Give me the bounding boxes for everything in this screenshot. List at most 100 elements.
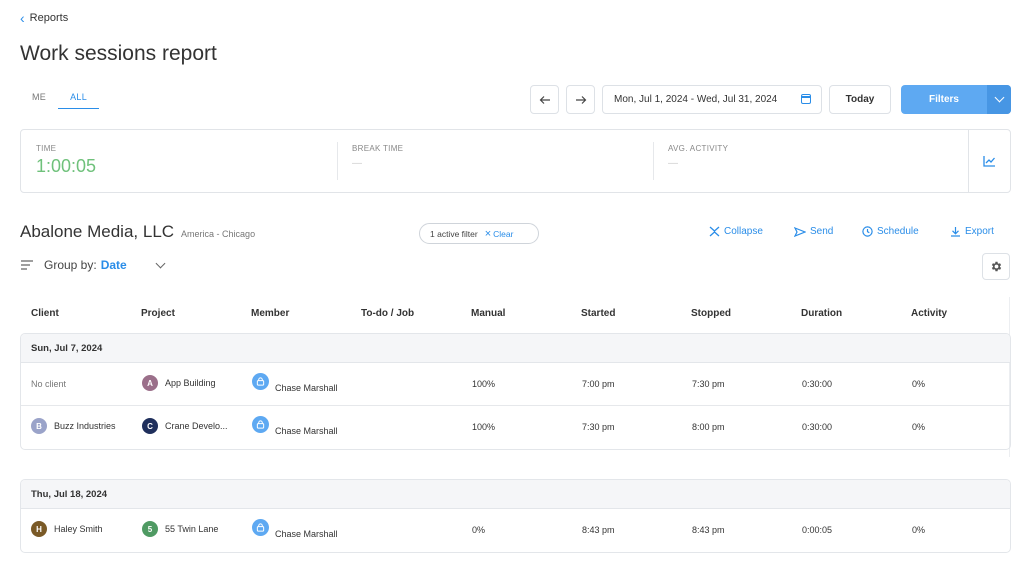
- project-cell: 5 55 Twin Lane: [142, 521, 218, 537]
- duration-cell: 0:30:00: [802, 422, 833, 432]
- filters-button-label: Filters: [928, 94, 959, 105]
- member-cell: Chase Marshall: [252, 373, 338, 393]
- line-chart-icon: [983, 156, 995, 167]
- column-header-member[interactable]: Member: [251, 308, 289, 319]
- organization-heading: Abalone Media, LLC America - Chicago: [20, 222, 255, 242]
- member-cell: Chase Marshall: [252, 416, 338, 436]
- column-header-stopped[interactable]: Stopped: [691, 308, 731, 319]
- manual-cell: 0%: [472, 525, 486, 535]
- active-filter-count: 1 active filter: [430, 228, 478, 239]
- table-row[interactable]: B Buzz Industries C Crane Develo... Chas…: [21, 406, 1010, 449]
- day-group: Thu, Jul 18, 2024 H Haley Smith 5 55 Twi…: [20, 479, 1011, 553]
- calendar-icon: [801, 94, 811, 104]
- project-cell: C Crane Develo...: [142, 418, 228, 434]
- manual-cell: 100%: [472, 379, 496, 389]
- column-header-started[interactable]: Started: [581, 308, 615, 319]
- client-cell: H Haley Smith: [31, 521, 103, 537]
- duration-cell: 0:30:00: [802, 379, 833, 389]
- column-header-project[interactable]: Project: [141, 308, 175, 319]
- schedule-button[interactable]: Schedule: [862, 226, 919, 237]
- started-cell: 7:00 pm: [582, 379, 615, 389]
- tab-me[interactable]: ME: [20, 90, 58, 109]
- group-by-label: Group by:: [44, 258, 97, 272]
- clock-icon: [862, 226, 873, 237]
- export-label: Export: [965, 226, 994, 237]
- column-header-client[interactable]: Client: [31, 308, 59, 319]
- user-avatar-icon: [252, 373, 269, 390]
- summary-card: TIME 1:00:05 BREAK TIME — AVG. ACTIVITY …: [20, 129, 1011, 193]
- clear-filters-link[interactable]: Clear: [493, 229, 513, 239]
- arrow-left-icon: [539, 95, 550, 104]
- export-button[interactable]: Export: [950, 226, 994, 237]
- stat-time-value: 1:00:05: [36, 156, 97, 176]
- table-row[interactable]: No client A App Building Chase Marshall …: [21, 363, 1010, 406]
- column-header-manual[interactable]: Manual: [471, 308, 505, 319]
- client-cell: B Buzz Industries: [31, 418, 116, 434]
- previous-period-button[interactable]: [530, 85, 559, 114]
- chevron-down-icon: [994, 92, 1005, 103]
- day-group-header: Sun, Jul 7, 2024: [21, 334, 1010, 363]
- stopped-cell: 8:43 pm: [692, 525, 725, 535]
- collapse-icon: [709, 226, 720, 237]
- member-cell: Chase Marshall: [252, 519, 338, 539]
- organization-timezone: America - Chicago: [181, 229, 256, 239]
- table-settings-button[interactable]: [982, 253, 1010, 280]
- stat-activity-label: AVG. ACTIVITY: [668, 144, 729, 153]
- back-to-reports-link[interactable]: ‹ Reports: [20, 11, 69, 25]
- client-avatar: H: [31, 521, 47, 537]
- organization-name: Abalone Media, LLC: [20, 222, 175, 241]
- filters-dropdown-toggle[interactable]: [987, 85, 1011, 114]
- member-name: Chase Marshall: [275, 383, 338, 393]
- group-by-select[interactable]: Group by: Date: [20, 258, 166, 272]
- activity-cell: 0%: [912, 422, 926, 432]
- scope-tabs: ME ALL: [20, 90, 100, 109]
- stat-break-time: BREAK TIME —: [337, 130, 403, 192]
- user-avatar-icon: [252, 416, 269, 433]
- project-name: 55 Twin Lane: [165, 524, 219, 534]
- project-avatar: 5: [142, 521, 158, 537]
- tab-all[interactable]: ALL: [58, 90, 100, 109]
- project-avatar: A: [142, 375, 158, 391]
- stat-time: TIME 1:00:05: [21, 130, 96, 192]
- manual-cell: 100%: [472, 422, 496, 432]
- collapse-button[interactable]: Collapse: [709, 226, 763, 237]
- project-avatar: C: [142, 418, 158, 434]
- client-avatar: B: [31, 418, 47, 434]
- duration-cell: 0:00:05: [802, 525, 833, 535]
- day-group-header: Thu, Jul 18, 2024: [21, 480, 1010, 509]
- list-icon: [21, 260, 33, 270]
- page-title: Work sessions report: [20, 42, 217, 65]
- project-cell: A App Building: [142, 375, 216, 391]
- member-name: Chase Marshall: [275, 529, 338, 539]
- send-button[interactable]: Send: [794, 226, 833, 237]
- table-row[interactable]: H Haley Smith 5 55 Twin Lane Chase Marsh…: [21, 509, 1010, 552]
- client-name: Haley Smith: [54, 524, 103, 534]
- stopped-cell: 7:30 pm: [692, 379, 725, 389]
- stat-break-label: BREAK TIME: [352, 144, 404, 153]
- activity-cell: 0%: [912, 525, 926, 535]
- filters-button[interactable]: Filters: [901, 85, 1011, 114]
- schedule-label: Schedule: [877, 226, 919, 237]
- date-range-value: Mon, Jul 1, 2024 - Wed, Jul 31, 2024: [614, 94, 778, 105]
- column-header-todo[interactable]: To-do / Job: [361, 308, 414, 319]
- column-header-activity[interactable]: Activity: [911, 308, 947, 319]
- chevron-down-icon: [155, 258, 166, 268]
- date-range-picker[interactable]: Mon, Jul 1, 2024 - Wed, Jul 31, 2024: [602, 85, 822, 114]
- stat-break-value: —: [352, 158, 362, 169]
- active-filter-pill: 1 active filter × Clear: [419, 223, 539, 244]
- stat-avg-activity: AVG. ACTIVITY —: [653, 130, 728, 192]
- client-name: Buzz Industries: [54, 421, 116, 431]
- started-cell: 8:43 pm: [582, 525, 615, 535]
- back-link-label: Reports: [29, 12, 69, 24]
- column-header-duration[interactable]: Duration: [801, 308, 842, 319]
- close-icon[interactable]: ×: [485, 228, 491, 239]
- download-icon: [951, 227, 960, 237]
- chart-toggle-button[interactable]: [968, 130, 1010, 192]
- table-header: Client Project Member To-do / Job Manual…: [20, 304, 1010, 324]
- next-period-button[interactable]: [566, 85, 595, 114]
- stat-time-label: TIME: [36, 144, 57, 153]
- today-button[interactable]: Today: [829, 85, 891, 114]
- member-name: Chase Marshall: [275, 426, 338, 436]
- client-cell: No client: [31, 379, 67, 389]
- stopped-cell: 8:00 pm: [692, 422, 725, 432]
